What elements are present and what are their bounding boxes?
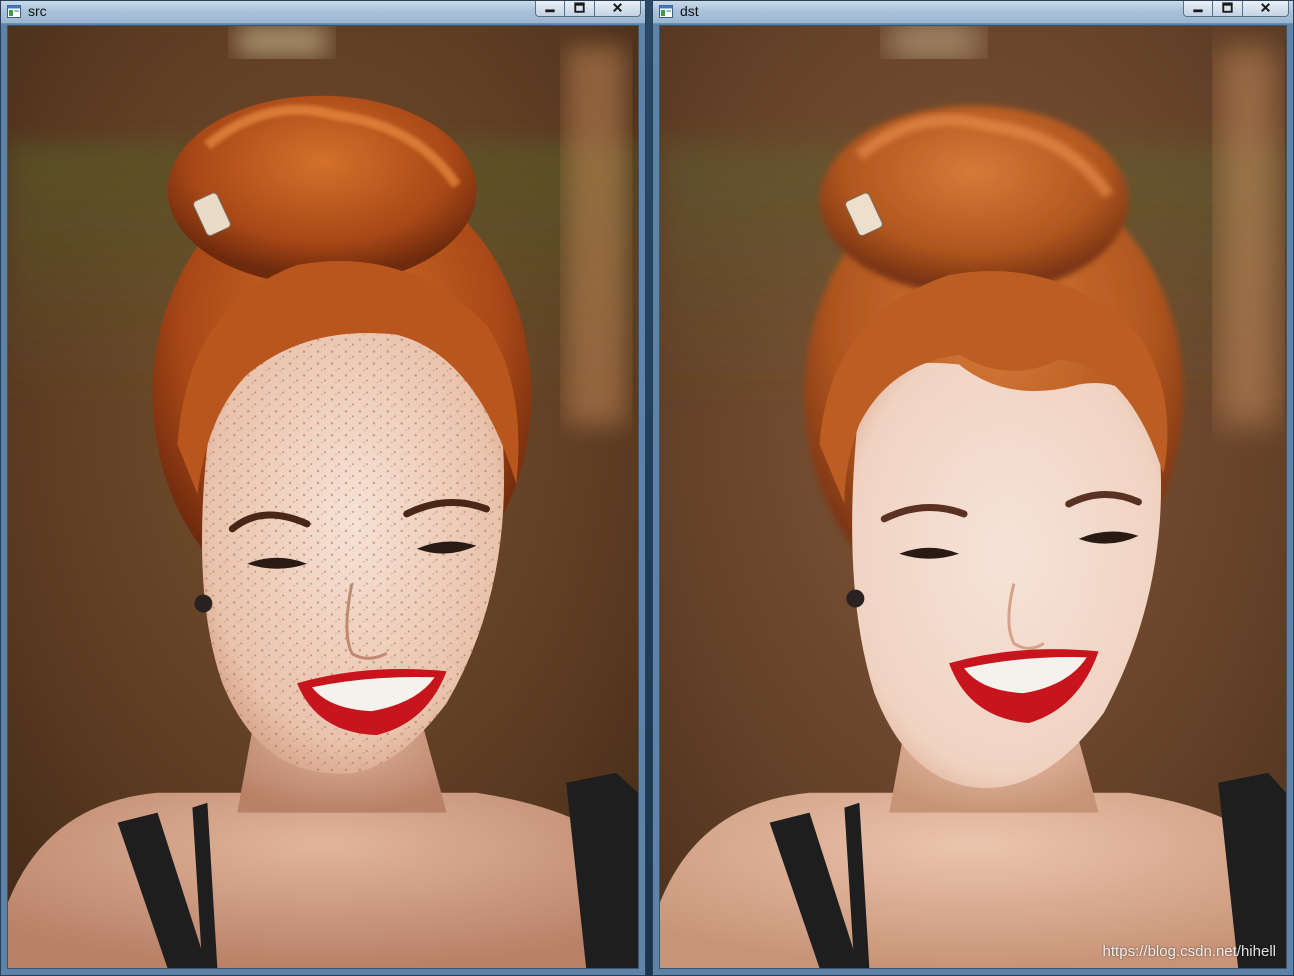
app-window-icon [659, 5, 673, 18]
app-window-icon [7, 5, 21, 18]
title-bar[interactable]: src [1, 1, 645, 24]
image-canvas-src [7, 25, 639, 969]
minimize-button[interactable] [1183, 1, 1213, 17]
maximize-button[interactable] [1213, 1, 1243, 17]
title-bar[interactable]: dst [653, 1, 1293, 24]
window-controls [535, 1, 641, 17]
window-controls [1183, 1, 1289, 17]
maximize-icon [574, 2, 585, 13]
window-title: dst [680, 3, 699, 19]
window-src[interactable]: src [0, 0, 646, 976]
minimize-button[interactable] [535, 1, 565, 17]
close-button[interactable] [595, 1, 641, 17]
window-title: src [28, 3, 47, 19]
minimize-icon [1193, 9, 1203, 13]
portrait-image-dst [660, 26, 1286, 968]
watermark-text: https://blog.csdn.net/hihell [1102, 943, 1276, 960]
minimize-icon [545, 9, 555, 13]
image-canvas-dst: https://blog.csdn.net/hihell [659, 25, 1287, 969]
close-icon [613, 3, 622, 13]
close-button[interactable] [1243, 1, 1289, 17]
maximize-button[interactable] [565, 1, 595, 17]
close-icon [1261, 3, 1270, 13]
portrait-image-src [8, 26, 638, 968]
desktop: src dst https://blog.csdn.net/hihell [0, 0, 1294, 976]
window-dst[interactable]: dst https://blog.csdn.net/hihell [652, 0, 1294, 976]
maximize-icon [1222, 2, 1233, 13]
